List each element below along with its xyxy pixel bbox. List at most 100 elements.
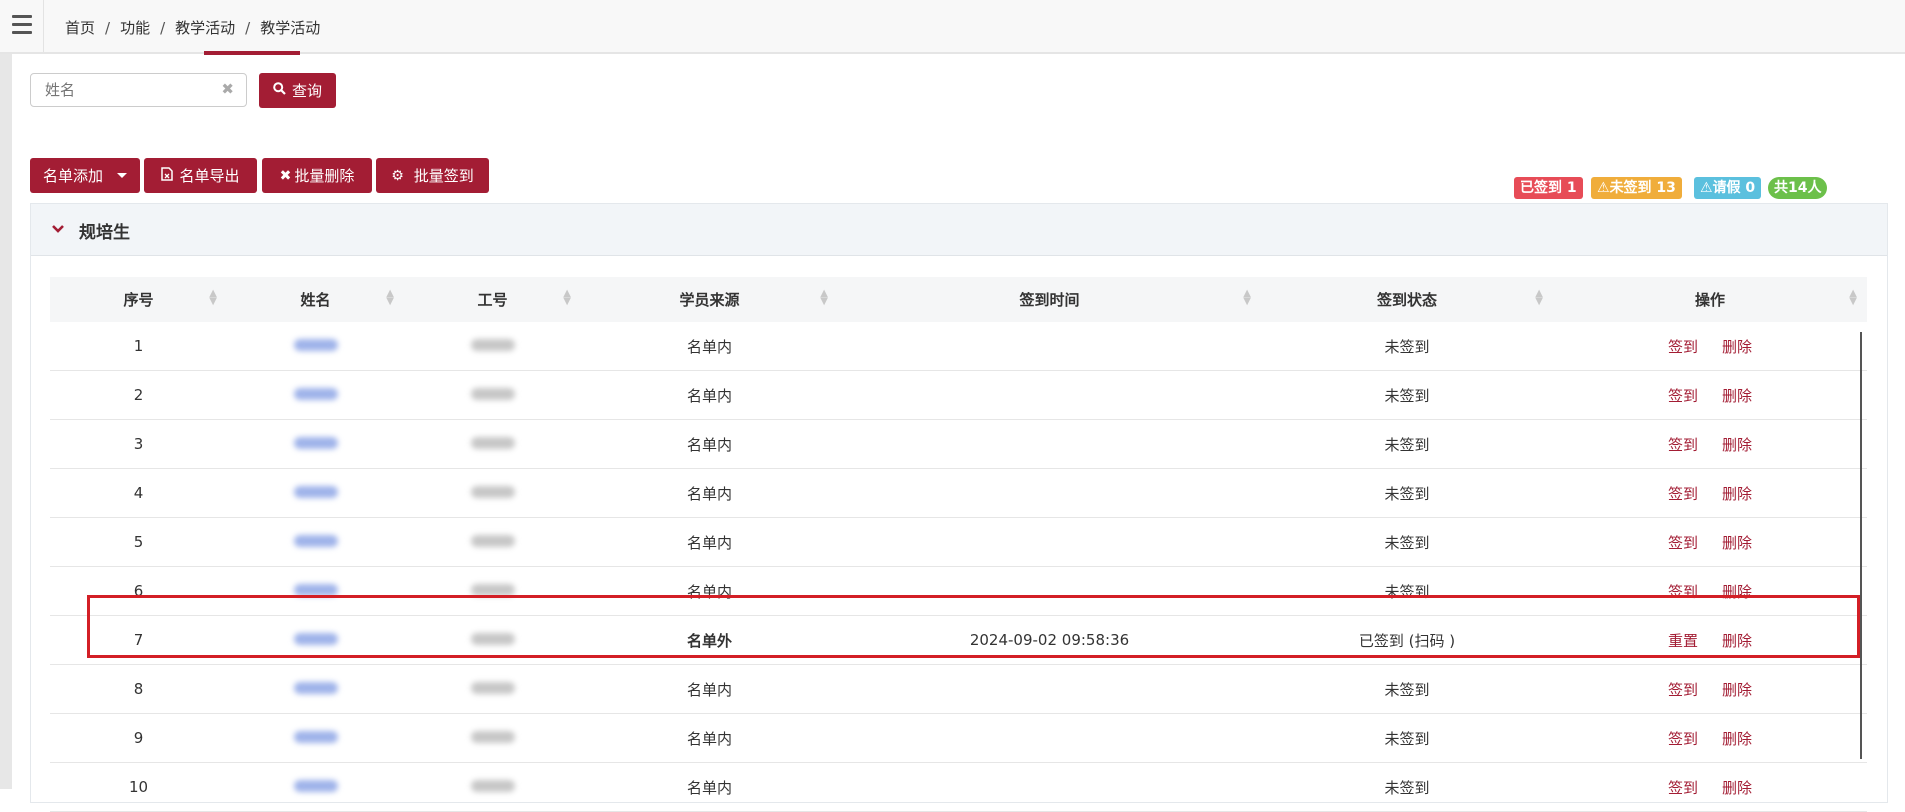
delete-link[interactable]: 删除 — [1722, 436, 1752, 454]
blurred-name[interactable] — [293, 535, 338, 547]
blurred-name[interactable] — [293, 780, 338, 792]
blurred-staff-id — [470, 388, 515, 400]
cell-source: 名单内 — [581, 370, 838, 420]
sort-icon: ▲ ▼ — [820, 288, 828, 307]
cell-actions: 签到 删除 — [1553, 468, 1867, 518]
sign-in-link[interactable]: 签到 — [1668, 583, 1698, 601]
cell-sign-status: 未签到 — [1261, 468, 1553, 518]
cell-sign-status: 未签到 — [1261, 664, 1553, 714]
batch-sign-button[interactable]: ⚙ 批量签到 — [376, 158, 489, 193]
delete-link[interactable]: 删除 — [1722, 730, 1752, 748]
cell-no: 2 — [50, 370, 227, 420]
search-button[interactable]: 查询 — [259, 73, 336, 108]
column-header-source[interactable]: 学员来源 ▲ ▼ — [581, 277, 838, 322]
name-search-box: ✖ — [30, 73, 247, 107]
table-body: 1 名单内 未签到 签到 删除 2 名单内 未签到 签到 删除 3 名单内 未签到 签到 删除 4 名单内 未签到… — [50, 322, 1867, 812]
blurred-name[interactable] — [293, 437, 338, 449]
column-header-sign-time[interactable]: 签到时间 ▲ ▼ — [838, 277, 1261, 322]
cell-source: 名单内 — [581, 517, 838, 567]
delete-link[interactable]: 删除 — [1722, 632, 1752, 650]
column-header-no[interactable]: 序号 ▲ ▼ — [50, 277, 227, 322]
sign-in-link[interactable]: 签到 — [1668, 779, 1698, 797]
table-scrollbar[interactable] — [1860, 332, 1862, 759]
cell-no: 6 — [50, 566, 227, 616]
sign-in-link[interactable]: 签到 — [1668, 534, 1698, 552]
column-header-label: 签到状态 — [1376, 291, 1437, 309]
delete-link[interactable]: 删除 — [1722, 338, 1752, 356]
column-header-staff-id[interactable]: 工号 ▲ ▼ — [404, 277, 581, 322]
panel-header[interactable]: 规培生 — [31, 204, 1887, 256]
cell-actions: 签到 删除 — [1553, 664, 1867, 714]
blurred-name[interactable] — [293, 682, 338, 694]
blurred-name[interactable] — [293, 633, 338, 645]
cell-name — [227, 762, 404, 812]
export-list-label: 名单导出 — [179, 167, 240, 185]
breadcrumb-home[interactable]: 首页 — [65, 19, 95, 37]
blurred-staff-id — [470, 682, 515, 694]
blurred-name[interactable] — [293, 339, 338, 351]
breadcrumb-separator: / — [245, 19, 251, 37]
cell-name — [227, 615, 404, 665]
blurred-name[interactable] — [293, 388, 338, 400]
cell-source: 名单内 — [581, 468, 838, 518]
cell-no: 7 — [50, 615, 227, 665]
hamburger-menu-icon[interactable] — [8, 10, 36, 44]
cell-sign-status: 已签到 (扫码 ) — [1261, 615, 1553, 665]
breadcrumb: 首页 / 功能 / 教学活动 / 教学活动 — [65, 17, 320, 38]
search-button-label: 查询 — [291, 82, 322, 100]
clear-icon[interactable]: ✖ — [221, 80, 234, 98]
column-header-label: 学员来源 — [679, 291, 740, 309]
delete-link[interactable]: 删除 — [1722, 534, 1752, 552]
sign-in-link[interactable]: 签到 — [1668, 681, 1698, 699]
cell-actions: 签到 删除 — [1553, 713, 1867, 763]
cell-source: 名单内 — [581, 419, 838, 469]
column-header-actions[interactable]: 操作 ▲ ▼ — [1553, 277, 1867, 322]
sign-in-link[interactable]: 签到 — [1668, 387, 1698, 405]
blurred-staff-id — [470, 339, 515, 351]
cell-source: 名单内 — [581, 762, 838, 812]
cell-staff-id — [404, 566, 581, 616]
caret-down-icon — [117, 173, 127, 178]
delete-link[interactable]: 删除 — [1722, 485, 1752, 503]
delete-link[interactable]: 删除 — [1722, 779, 1752, 797]
batch-delete-label: 批量删除 — [294, 167, 355, 185]
cell-name — [227, 419, 404, 469]
cell-source: 名单内 — [581, 322, 838, 371]
delete-link[interactable]: 删除 — [1722, 681, 1752, 699]
add-list-label: 名单添加 — [42, 167, 103, 185]
blurred-name[interactable] — [293, 731, 338, 743]
cell-sign-time: 2024-09-02 09:58:36 — [838, 615, 1261, 665]
sort-icon: ▲ ▼ — [386, 288, 394, 307]
sign-in-link[interactable]: 签到 — [1668, 485, 1698, 503]
cell-no: 10 — [50, 762, 227, 812]
column-header-label: 签到时间 — [1019, 291, 1080, 309]
sort-icon: ▲ ▼ — [1243, 288, 1251, 307]
cell-actions: 签到 删除 — [1553, 762, 1867, 812]
blurred-name[interactable] — [293, 486, 338, 498]
table-row: 8 名单内 未签到 签到 删除 — [50, 664, 1867, 714]
cell-staff-id — [404, 762, 581, 812]
reset-link[interactable]: 重置 — [1668, 632, 1698, 650]
cell-sign-status: 未签到 — [1261, 370, 1553, 420]
cell-staff-id — [404, 517, 581, 567]
cell-sign-time — [838, 566, 1261, 616]
export-list-button[interactable]: 名单导出 — [144, 158, 257, 193]
sign-in-link[interactable]: 签到 — [1668, 730, 1698, 748]
breadcrumb-function[interactable]: 功能 — [120, 19, 150, 37]
delete-link[interactable]: 删除 — [1722, 387, 1752, 405]
delete-link[interactable]: 删除 — [1722, 583, 1752, 601]
batch-delete-button[interactable]: ✖ 批量删除 — [262, 158, 372, 193]
sign-in-link[interactable]: 签到 — [1668, 338, 1698, 356]
cell-name — [227, 322, 404, 371]
column-header-label: 序号 — [123, 291, 154, 309]
blurred-name[interactable] — [293, 584, 338, 596]
column-header-sign-status[interactable]: 签到状态 ▲ ▼ — [1261, 277, 1553, 322]
breadcrumb-teaching-activity[interactable]: 教学活动 — [175, 19, 235, 37]
cell-no: 3 — [50, 419, 227, 469]
blurred-staff-id — [470, 633, 515, 645]
chevron-down-icon[interactable] — [51, 220, 65, 238]
add-list-dropdown-button[interactable]: 名单添加 — [30, 158, 140, 193]
name-search-input[interactable] — [43, 80, 217, 100]
sign-in-link[interactable]: 签到 — [1668, 436, 1698, 454]
column-header-name[interactable]: 姓名 ▲ ▼ — [227, 277, 404, 322]
